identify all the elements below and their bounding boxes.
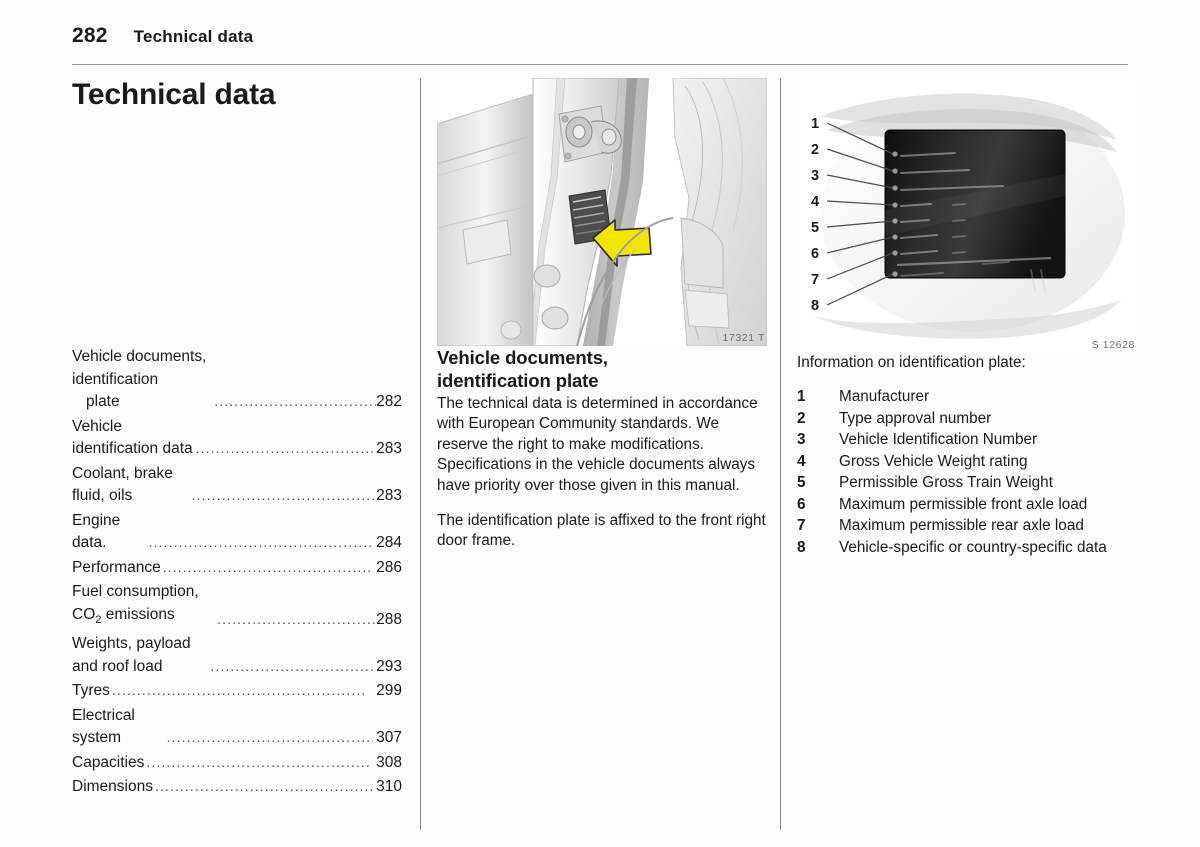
toc-entry-page-number: 293	[376, 657, 402, 675]
toc-dot-leader: ........................................…	[195, 440, 376, 456]
column-right: 1 2 3 4 5 6 7 8 S 12628 Information on i…	[797, 78, 1137, 558]
legend-item: 7 Maximum permissible rear axle load	[797, 515, 1137, 537]
figure-caption-door-frame: 17321 T	[722, 332, 765, 344]
toc-entry[interactable]: Engine data.............................…	[72, 510, 402, 555]
header-divider-rule	[72, 64, 1128, 65]
body-paragraph-2: The identification plate is affixed to t…	[437, 512, 766, 550]
toc-entry-page-number: 282	[376, 393, 402, 410]
legend-item-number: 3	[797, 431, 806, 449]
toc-entry-label: Weights, payload and roof load	[72, 635, 191, 675]
legend-item-number: 1	[797, 388, 806, 406]
svg-text:4: 4	[811, 194, 819, 210]
column-divider-right	[780, 78, 781, 830]
legend-item: 8 Vehicle-specific or country-specific da…	[797, 537, 1137, 559]
toc-entry-page-number: 283	[376, 440, 402, 457]
page-title: Technical data	[72, 78, 276, 111]
table-of-contents: Vehicle documents, identification plate..…	[72, 346, 402, 801]
toc-entry[interactable]: Electrical system.......................…	[72, 705, 402, 750]
legend-item: 2 Type approval number	[797, 408, 1137, 430]
figure-door-frame: 17321 T	[437, 78, 767, 346]
toc-dot-leader: ........................................…	[191, 487, 377, 503]
legend-item-text: Type approval number	[839, 409, 992, 427]
svg-text:5: 5	[811, 220, 819, 236]
identification-plate-legend: 1 Manufacturer 2 Type approval number 3 Vehic…	[797, 386, 1137, 558]
toc-entry-page-number: 299	[376, 682, 402, 700]
toc-entry[interactable]: Weights, payload and roof load..........…	[72, 633, 402, 678]
toc-dot-leader: ........................................…	[146, 753, 371, 770]
toc-entry-label: Vehicle identification data	[72, 417, 193, 458]
legend-item-text: Maximum permissible rear axle load	[839, 517, 1084, 535]
section-heading: Vehicle documents, identification plate	[437, 346, 767, 392]
toc-entry[interactable]: Vehicle documents, identification plate..…	[72, 346, 402, 414]
toc-entry-label: Engine data.	[72, 511, 121, 552]
legend-intro: Information on identification plate:	[797, 354, 1026, 371]
running-head-chapter: Technical data	[133, 27, 254, 46]
toc-entry-label: Performance	[72, 558, 161, 576]
legend-item-text: Gross Vehicle Weight rating	[839, 452, 1028, 470]
legend-item: 6 Maximum permissible front axle load	[797, 494, 1137, 516]
toc-dot-leader: ........................................…	[166, 729, 374, 746]
toc-dot-leader: ........................................…	[148, 534, 372, 550]
toc-dot-leader: ........................................…	[210, 657, 376, 674]
toc-entry[interactable]: Tyres...................................…	[72, 680, 402, 703]
legend-item-text: Vehicle Identification Number	[839, 431, 1038, 449]
toc-dot-leader: ........................................…	[162, 558, 373, 575]
legend-item-number: 2	[797, 409, 806, 427]
column-middle: 17321 T Vehicle documents, identificatio…	[437, 78, 767, 567]
toc-entry-label: Vehicle documents, identification plate	[72, 346, 214, 414]
legend-item-number: 6	[797, 495, 806, 513]
toc-entry-label-continuation: plate	[86, 393, 120, 410]
toc-dot-leader: ........................................…	[214, 393, 376, 409]
svg-text:8: 8	[811, 298, 819, 314]
toc-entry-label: Electrical system	[72, 706, 135, 747]
column-divider-left	[420, 78, 421, 830]
toc-entry-label: Dimensions	[72, 778, 153, 796]
legend-item: 5 Permissible Gross Train Weight	[797, 472, 1137, 494]
page-folio-number: 282	[72, 24, 108, 47]
legend-item-text: Vehicle-specific or country-specific dat…	[839, 538, 1107, 556]
figure-identification-plate: 1 2 3 4 5 6 7 8 S 12628	[797, 78, 1137, 353]
section-heading-line1: Vehicle documents,	[437, 347, 608, 368]
toc-entry[interactable]: Capacities..............................…	[72, 752, 402, 775]
legend-item: 4 Gross Vehicle Weight rating	[797, 451, 1137, 473]
toc-dot-leader: ........................................…	[154, 778, 372, 795]
figure-caption-identification-plate: S 12628	[1091, 339, 1135, 351]
toc-entry-page-number: 308	[376, 753, 402, 771]
legend-item-number: 4	[797, 452, 806, 470]
manual-page: 282 Technical data Technical data Vehicl…	[0, 0, 1200, 847]
toc-entry-page-number: 283	[376, 487, 402, 504]
toc-entry-page-number: 286	[376, 558, 402, 576]
toc-entry-label: Capacities	[72, 753, 145, 771]
legend-item-number: 7	[797, 517, 806, 535]
toc-entry-label: Fuel consumption, CO2 emissions	[72, 583, 199, 626]
toc-entry[interactable]: Dimensions..............................…	[72, 776, 402, 799]
section-heading-line2: identification plate	[437, 370, 599, 391]
toc-entry[interactable]: Vehicle identification data.............…	[72, 416, 402, 461]
legend-item-text: Manufacturer	[839, 388, 930, 406]
legend-item: 3 Vehicle Identification Number	[797, 429, 1137, 451]
toc-entry-page-number: 288	[376, 610, 402, 628]
svg-text:1: 1	[811, 116, 819, 132]
toc-entry-label: Coolant, brake fluid, oils	[72, 464, 173, 505]
toc-entry-label: Tyres	[72, 682, 110, 700]
svg-text:2: 2	[811, 142, 819, 158]
toc-entry[interactable]: Performance.............................…	[72, 557, 402, 580]
svg-text:7: 7	[811, 272, 819, 288]
toc-dot-leader: ........................................…	[217, 610, 377, 627]
legend-item-text: Maximum permissible front axle load	[839, 495, 1088, 513]
toc-entry-page-number: 310	[376, 778, 402, 796]
toc-entry[interactable]: Fuel consumption, CO2 emissions.........…	[72, 581, 402, 631]
running-head: 282 Technical data	[72, 24, 253, 48]
legend-item-number: 5	[797, 474, 806, 492]
svg-text:3: 3	[811, 168, 819, 184]
toc-entry-page-number: 307	[376, 729, 402, 747]
legend-item: 1 Manufacturer	[797, 386, 1137, 408]
legend-item-text: Permissible Gross Train Weight	[839, 474, 1053, 492]
body-paragraph-1: The technical data is determined in acco…	[437, 395, 758, 494]
toc-dot-leader: ........................................…	[111, 682, 367, 699]
toc-entry-page-number: 284	[376, 534, 402, 551]
toc-entry[interactable]: Coolant, brake fluid, oils..............…	[72, 463, 402, 508]
legend-item-number: 8	[797, 538, 806, 556]
svg-text:6: 6	[811, 246, 819, 262]
